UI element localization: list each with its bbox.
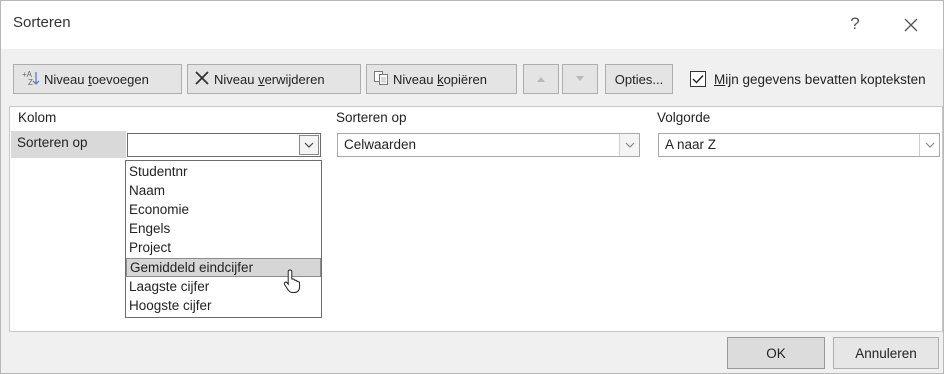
column-select-arrow[interactable] (299, 135, 319, 155)
column-header: Kolom (18, 110, 57, 125)
dropdown-item[interactable]: Project (126, 239, 321, 258)
close-icon (904, 18, 918, 32)
column-select[interactable] (127, 133, 321, 157)
move-up-button[interactable] (523, 64, 559, 94)
add-level-icon: +A Z (20, 69, 40, 90)
dropdown-item[interactable]: Hoogste cijfer (126, 297, 321, 316)
svg-text:Z: Z (28, 78, 33, 87)
options-button[interactable]: Opties... (605, 64, 673, 94)
delete-icon (194, 70, 210, 88)
mouse-cursor-icon (283, 269, 301, 293)
column-dropdown-list: Studentnr Naam Economie Engels Project G… (125, 160, 322, 318)
order-select-arrow[interactable] (919, 134, 939, 156)
row-label: Sorteren op (11, 131, 126, 158)
ok-button[interactable]: OK (727, 337, 825, 369)
chevron-down-icon (925, 142, 934, 148)
dropdown-item[interactable]: Economie (126, 201, 321, 220)
arrow-up-icon (537, 77, 545, 82)
move-down-button[interactable] (562, 64, 598, 94)
help-button[interactable]: ? (835, 9, 875, 39)
copy-icon (373, 70, 389, 89)
order-header: Volgorde (657, 110, 711, 125)
arrow-down-icon (576, 76, 584, 81)
sort-dialog: Sorteren ? +A Z Niveau toevoegen Niveau … (0, 0, 944, 374)
copy-level-button[interactable]: Niveau kopiëren (366, 64, 517, 94)
sort-level-row: Sorteren op Celwaarden A naar Z (11, 131, 941, 158)
sort-on-select-value: Celwaarden (344, 137, 417, 152)
copy-level-label: Niveau kopiëren (393, 71, 487, 87)
header-checkbox-row[interactable]: Mijn gegevens bevatten kopteksten (690, 69, 926, 89)
chevron-down-icon (304, 142, 314, 148)
checkmark-icon (692, 75, 704, 84)
close-button[interactable] (889, 9, 933, 39)
toolbar: +A Z Niveau toevoegen Niveau verwijderen (1, 49, 943, 99)
dropdown-item[interactable]: Engels (126, 220, 321, 239)
add-level-button[interactable]: +A Z Niveau toevoegen (13, 64, 182, 94)
delete-level-button[interactable]: Niveau verwijderen (187, 64, 361, 94)
title-bar: Sorteren ? (1, 1, 943, 49)
sort-on-header: Sorteren op (336, 110, 407, 125)
cancel-button[interactable]: Annuleren (833, 337, 939, 369)
header-checkbox[interactable] (690, 71, 706, 87)
dropdown-item[interactable]: Naam (126, 182, 321, 201)
dialog-title: Sorteren (13, 14, 71, 31)
header-checkbox-label: Mijn gegevens bevatten kopteksten (714, 71, 926, 87)
sort-on-select-arrow[interactable] (619, 134, 639, 156)
dropdown-item[interactable]: Studentnr (126, 163, 321, 182)
order-select-value: A naar Z (665, 137, 717, 152)
delete-level-label: Niveau verwijderen (214, 71, 325, 87)
chevron-down-icon (625, 142, 634, 148)
order-select[interactable]: A naar Z (658, 133, 940, 157)
sort-on-select[interactable]: Celwaarden (337, 133, 640, 157)
add-level-label: Niveau toevoegen (44, 71, 149, 87)
